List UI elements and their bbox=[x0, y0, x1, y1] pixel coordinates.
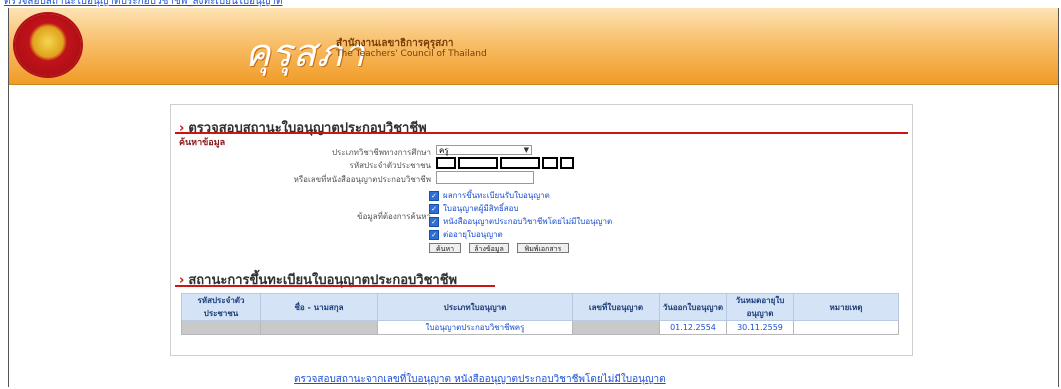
option-checkbox-row[interactable]: ✓ หนังสืออนุญาตประกอบวิชาชีพโดยไม่มีใบอนุ… bbox=[429, 215, 612, 228]
cell-remark bbox=[793, 320, 899, 335]
option-label: หนังสืออนุญาตประกอบวิชาชีพโดยไม่มีใบอนุญ… bbox=[443, 217, 613, 226]
site-header: คุรุสภา สำนักงานเลขาธิการคุรุสภา The Tea… bbox=[9, 8, 1058, 85]
chevron-down-icon: ▼ bbox=[523, 146, 529, 154]
redaction-box bbox=[542, 157, 558, 169]
option-checkbox-row[interactable]: ✓ ผลการขึ้นทะเบียนรับใบอนุญาต bbox=[429, 189, 550, 202]
column-header: ชื่อ - นามสกุล bbox=[260, 293, 378, 321]
id-label: รหัสประจำตัวประชาชน bbox=[349, 161, 431, 170]
section-divider bbox=[175, 285, 495, 287]
column-header: วันออกใบอนุญาต bbox=[659, 293, 727, 321]
redaction-box bbox=[458, 157, 498, 169]
column-header: วันหมดอายุใบอนุญาต bbox=[726, 293, 794, 321]
redaction-box bbox=[436, 157, 456, 169]
results-table: รหัสประจำตัวประชาชน ชื่อ - นามสกุล ประเภ… bbox=[181, 293, 899, 335]
option-checkbox-row[interactable]: ✓ ต่ออายุใบอนุญาต bbox=[429, 228, 503, 241]
checkbox-checked-icon[interactable]: ✓ bbox=[429, 203, 439, 214]
options-label: ข้อมูลที่ต้องการค้นหา bbox=[357, 212, 431, 221]
option-label: ผลการขึ้นทะเบียนรับใบอนุญาต bbox=[443, 191, 550, 200]
cell-issue-date: 01.12.2554 bbox=[659, 320, 727, 335]
alt-id-label: หรือเลขที่หนังสืออนุญาตประกอบวิชาชีพ bbox=[293, 175, 431, 184]
table-header-row: รหัสประจำตัวประชาชน ชื่อ - นามสกุล ประเภ… bbox=[181, 293, 899, 321]
clear-button[interactable]: ล้างข้อมูล bbox=[469, 243, 509, 253]
checkbox-checked-icon[interactable]: ✓ bbox=[429, 216, 439, 227]
top-link[interactable]: ตรวจสอบสถานะใบอนุญาตประกอบวิชาชีพ_ลงทะเบ… bbox=[4, 0, 283, 8]
cell-license-number bbox=[572, 320, 660, 335]
redaction-box bbox=[500, 157, 540, 169]
column-header: หมายเหตุ bbox=[793, 293, 899, 321]
check-by-license-number-link[interactable]: ตรวจสอบสถานะจากเลขที่ใบอนุญาต หนังสืออนุ… bbox=[294, 372, 666, 387]
cell-expiry-date: 30.11.2559 bbox=[726, 320, 794, 335]
cell-name bbox=[260, 320, 378, 335]
column-header: ประเภทใบอนุญาต bbox=[377, 293, 573, 321]
column-header: รหัสประจำตัวประชาชน bbox=[181, 293, 261, 321]
license-type-select[interactable]: ครู ▼ bbox=[436, 145, 532, 155]
section-divider bbox=[175, 132, 908, 134]
council-emblem-icon bbox=[15, 14, 81, 76]
option-label: ใบอนุญาตผู้มีสิทธิ์สอบ bbox=[443, 204, 519, 213]
print-button[interactable]: พิมพ์เอกสาร bbox=[517, 243, 569, 253]
column-header: เลขที่ใบอนุญาต bbox=[572, 293, 660, 321]
license-check-panel: ตรวจสอบสถานะใบอนุญาตประกอบวิชาชีพ ค้นหาข… bbox=[170, 104, 913, 356]
redaction-box bbox=[560, 157, 574, 169]
search-button[interactable]: ค้นหา bbox=[429, 243, 461, 253]
license-type-label: ประเภทวิชาชีพทางการศึกษา bbox=[331, 148, 431, 157]
license-type-value: ครู bbox=[439, 146, 449, 155]
brand-subtitle-english: The Teachers' Council of Thailand bbox=[336, 49, 487, 59]
page-frame: คุรุสภา สำนักงานเลขาธิการคุรุสภา The Tea… bbox=[8, 8, 1059, 387]
table-row: ใบอนุญาตประกอบวิชาชีพครู 01.12.2554 30.1… bbox=[181, 320, 899, 335]
license-number-input[interactable] bbox=[436, 171, 534, 184]
option-checkbox-row[interactable]: ✓ ใบอนุญาตผู้มีสิทธิ์สอบ bbox=[429, 202, 519, 215]
option-label: ต่ออายุใบอนุญาต bbox=[443, 230, 503, 239]
cell-license-type: ใบอนุญาตประกอบวิชาชีพครู bbox=[377, 320, 573, 335]
top-link-strip[interactable]: ตรวจสอบสถานะใบอนุญาตประกอบวิชาชีพ_ลงทะเบ… bbox=[0, 0, 560, 8]
checkbox-checked-icon[interactable]: ✓ bbox=[429, 190, 439, 201]
cell-id bbox=[181, 320, 261, 335]
checkbox-checked-icon[interactable]: ✓ bbox=[429, 229, 439, 240]
